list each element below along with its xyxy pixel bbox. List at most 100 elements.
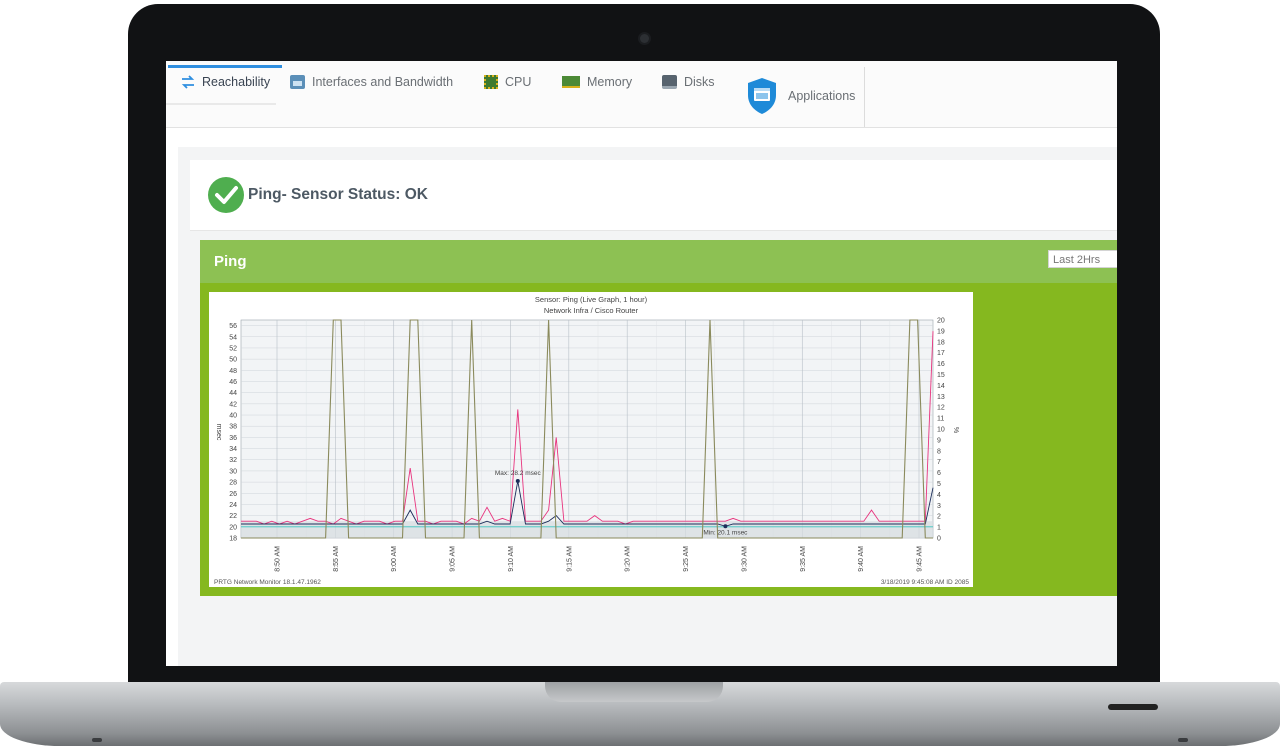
ping-chart: Sensor: Ping (Live Graph, 1 hour) Networ… bbox=[214, 295, 970, 586]
y2-tick-label: 19 bbox=[937, 328, 945, 335]
x-tick-label: 9:25 AM bbox=[683, 546, 690, 572]
y-tick-label: 30 bbox=[229, 468, 237, 475]
network-interface-icon bbox=[290, 75, 305, 89]
laptop-foot bbox=[1178, 738, 1188, 742]
chart-title: Sensor: Ping (Live Graph, 1 hour) bbox=[535, 295, 648, 304]
x-tick-label: 8:55 AM bbox=[333, 546, 340, 572]
x-tick-label: 9:10 AM bbox=[508, 546, 515, 572]
tab-label: CPU bbox=[505, 75, 532, 89]
y-tick-label: 22 bbox=[229, 513, 237, 520]
y2-tick-label: 6 bbox=[937, 470, 941, 477]
y-tick-label: 24 bbox=[229, 502, 237, 509]
y-tick-label: 54 bbox=[229, 334, 237, 341]
y2-axis-label: % bbox=[952, 427, 959, 433]
tab-applications[interactable]: Applications bbox=[746, 71, 855, 121]
tab-interfaces-bandwidth[interactable]: Interfaces and Bandwidth bbox=[290, 61, 453, 103]
x-tick-label: 9:20 AM bbox=[625, 546, 632, 572]
tab-disks[interactable]: Disks bbox=[662, 61, 715, 103]
y2-tick-label: 0 bbox=[937, 536, 941, 543]
y-tick-label: 46 bbox=[229, 379, 237, 386]
y2-tick-label: 12 bbox=[937, 405, 945, 412]
y2-tick-label: 14 bbox=[937, 383, 945, 390]
laptop-base-slot bbox=[1108, 704, 1158, 710]
laptop-base-notch bbox=[545, 682, 723, 702]
y2-tick-label: 15 bbox=[937, 372, 945, 379]
y-tick-label: 18 bbox=[229, 536, 237, 543]
x-tick-label: 9:45 AM bbox=[917, 546, 924, 572]
y-tick-label: 44 bbox=[229, 390, 237, 397]
y2-tick-label: 11 bbox=[937, 416, 944, 423]
y2-tick-label: 17 bbox=[937, 350, 945, 357]
x-tick-label: 8:50 AM bbox=[275, 546, 282, 572]
x-tick-label: 9:05 AM bbox=[450, 546, 457, 572]
y-tick-label: 42 bbox=[229, 401, 237, 408]
checkmark-circle-icon bbox=[208, 177, 244, 213]
tab-memory[interactable]: Memory bbox=[562, 61, 632, 103]
tab-cpu[interactable]: CPU bbox=[484, 61, 531, 103]
tab-bar: Reachability Interfaces and Bandwidth CP… bbox=[166, 61, 1117, 128]
panel-title: Ping bbox=[214, 253, 247, 270]
y-tick-label: 36 bbox=[229, 435, 237, 442]
y-tick-label: 50 bbox=[229, 357, 237, 364]
y-tick-label: 26 bbox=[229, 491, 237, 498]
y2-tick-label: 7 bbox=[937, 459, 941, 466]
tab-label: Disks bbox=[684, 75, 715, 89]
app-screen: Reachability Interfaces and Bandwidth CP… bbox=[166, 61, 1117, 666]
chart-footer-left: PRTG Network Monitor 18.1.47.1962 bbox=[214, 579, 321, 586]
content-area: Ping- Sensor Status: OK Ping Last 2Hrs S… bbox=[178, 147, 1117, 666]
ping-panel-header: Ping Last 2Hrs bbox=[200, 240, 1117, 283]
tab-label: Interfaces and Bandwidth bbox=[312, 75, 454, 89]
disk-drive-icon bbox=[662, 75, 677, 89]
y2-tick-label: 1 bbox=[937, 525, 941, 532]
y2-tick-label: 16 bbox=[937, 361, 945, 368]
x-tick-label: 9:35 AM bbox=[800, 546, 807, 572]
y2-tick-label: 18 bbox=[937, 339, 945, 346]
y2-tick-label: 2 bbox=[937, 514, 941, 521]
time-range-select[interactable]: Last 2Hrs bbox=[1048, 250, 1117, 268]
chart-footer-right: 3/18/2019 9:45:08 AM ID 2085 bbox=[881, 579, 970, 586]
y2-tick-label: 13 bbox=[937, 394, 945, 401]
y-tick-label: 32 bbox=[229, 457, 237, 464]
y2-tick-label: 20 bbox=[937, 318, 945, 325]
y-tick-label: 20 bbox=[229, 524, 237, 531]
y-tick-label: 28 bbox=[229, 480, 237, 487]
x-tick-label: 9:15 AM bbox=[566, 546, 573, 572]
cpu-chip-icon bbox=[484, 75, 498, 89]
x-tick-label: 9:40 AM bbox=[858, 546, 865, 572]
y2-tick-label: 3 bbox=[937, 503, 941, 510]
y-axis-label: msec bbox=[215, 424, 222, 441]
sensor-status-text: Ping- Sensor Status: OK bbox=[248, 186, 428, 203]
ping-panel: Ping Last 2Hrs Sensor: Ping (Live Graph,… bbox=[200, 240, 1117, 596]
y-tick-label: 56 bbox=[229, 323, 237, 330]
shield-window-icon bbox=[746, 77, 778, 115]
annotation-point bbox=[515, 478, 520, 483]
y2-tick-label: 5 bbox=[937, 481, 941, 488]
chart-subtitle: Network Infra / Cisco Router bbox=[544, 306, 639, 315]
y-tick-label: 38 bbox=[229, 424, 237, 431]
x-tick-label: 9:00 AM bbox=[391, 546, 398, 572]
memory-module-icon bbox=[562, 76, 580, 88]
y2-tick-label: 10 bbox=[937, 427, 945, 434]
laptop-foot bbox=[92, 738, 102, 742]
camera-icon bbox=[640, 34, 649, 43]
annotation-point bbox=[723, 524, 728, 529]
y-tick-label: 40 bbox=[229, 413, 237, 420]
tab-label: Reachability bbox=[202, 75, 271, 89]
y-tick-label: 52 bbox=[229, 345, 237, 352]
active-tab-shadow bbox=[166, 103, 276, 105]
y2-tick-label: 4 bbox=[937, 492, 941, 499]
tab-label: Memory bbox=[587, 75, 633, 89]
y-tick-label: 34 bbox=[229, 446, 237, 453]
tab-label: Applications bbox=[788, 89, 856, 103]
sensor-status-card: Ping- Sensor Status: OK bbox=[190, 160, 1117, 231]
y-tick-label: 48 bbox=[229, 368, 237, 375]
y2-tick-label: 9 bbox=[937, 437, 941, 444]
ping-graph: Sensor: Ping (Live Graph, 1 hour) Networ… bbox=[209, 292, 973, 587]
tab-reachability[interactable]: Reachability bbox=[167, 61, 283, 103]
annotation-label: Max: 28.2 msec bbox=[495, 470, 542, 477]
tab-divider bbox=[864, 67, 865, 127]
annotation-label: Min: 20.1 msec bbox=[703, 529, 748, 536]
y2-tick-label: 8 bbox=[937, 448, 941, 455]
arrows-exchange-icon bbox=[180, 74, 196, 90]
x-tick-label: 9:30 AM bbox=[741, 546, 748, 572]
